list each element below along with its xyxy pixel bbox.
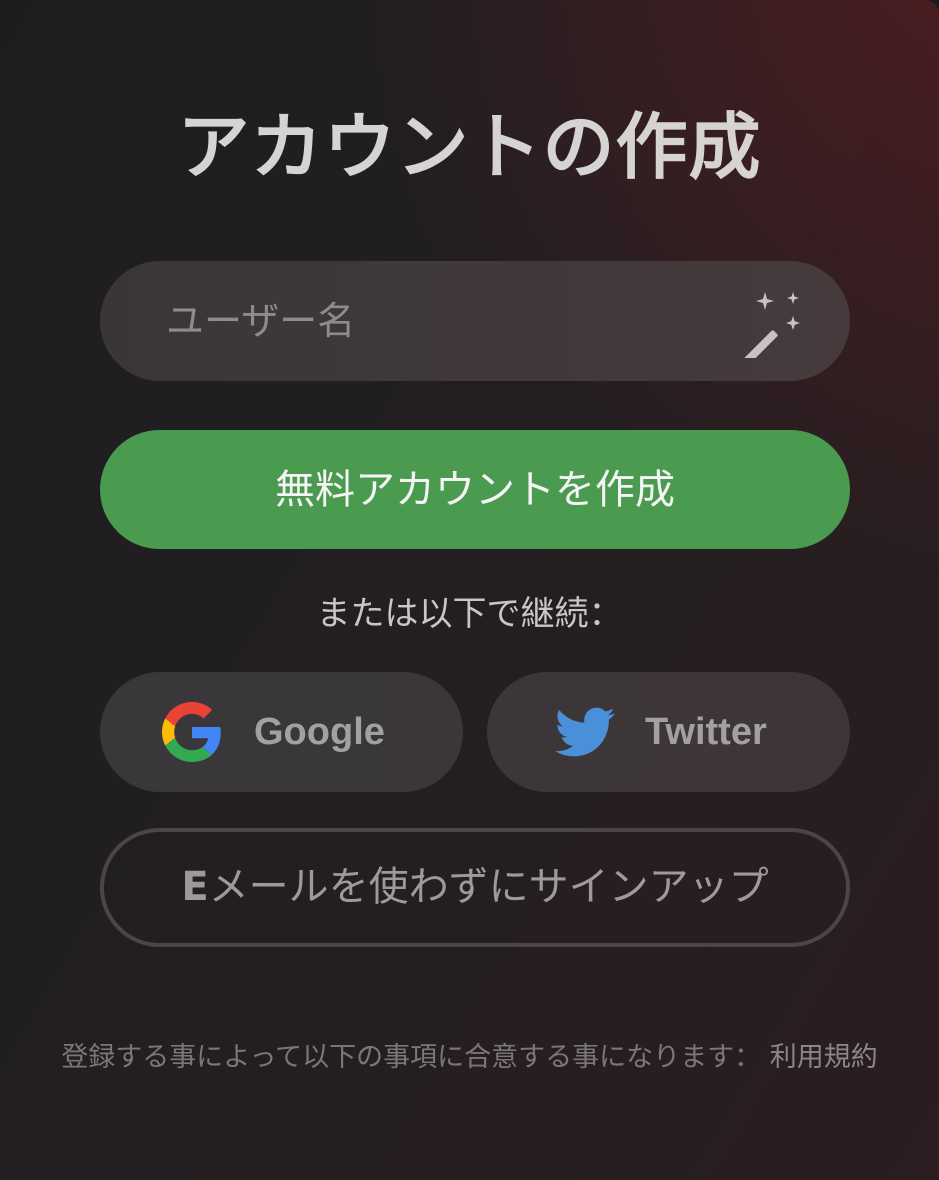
google-icon bbox=[162, 702, 221, 762]
terms-text: 登録する事によって以下の事項に合意する事になります： bbox=[61, 1042, 762, 1073]
page-title: アカウントの作成 bbox=[177, 105, 762, 189]
signup-without-email-button[interactable]: Eメールを使わずにサインアップ bbox=[100, 828, 850, 947]
signup-without-email-label: メールを使わずにサインアップ bbox=[208, 864, 769, 910]
twitter-label: Twitter bbox=[645, 711, 767, 753]
magic-wand-icon[interactable] bbox=[734, 286, 806, 358]
email-e-letter: E bbox=[181, 864, 209, 910]
google-signin-button[interactable]: Google bbox=[100, 672, 463, 792]
google-label: Google bbox=[254, 711, 385, 753]
username-input[interactable] bbox=[166, 261, 726, 381]
twitter-bird-icon bbox=[555, 707, 615, 757]
create-free-account-button[interactable]: 無料アカウントを作成 bbox=[100, 430, 850, 549]
or-continue-with-text: または以下で継続： bbox=[316, 594, 623, 634]
signup-screen: アカウントの作成 無料アカウントを作成 または以下で継続： Google Twi… bbox=[0, 0, 939, 1180]
twitter-signin-button[interactable]: Twitter bbox=[487, 672, 850, 792]
terms-of-use-link[interactable]: 利用規約 bbox=[770, 1042, 878, 1073]
terms-notice: 登録する事によって以下の事項に合意する事になります： 利用規約 bbox=[30, 1034, 909, 1082]
